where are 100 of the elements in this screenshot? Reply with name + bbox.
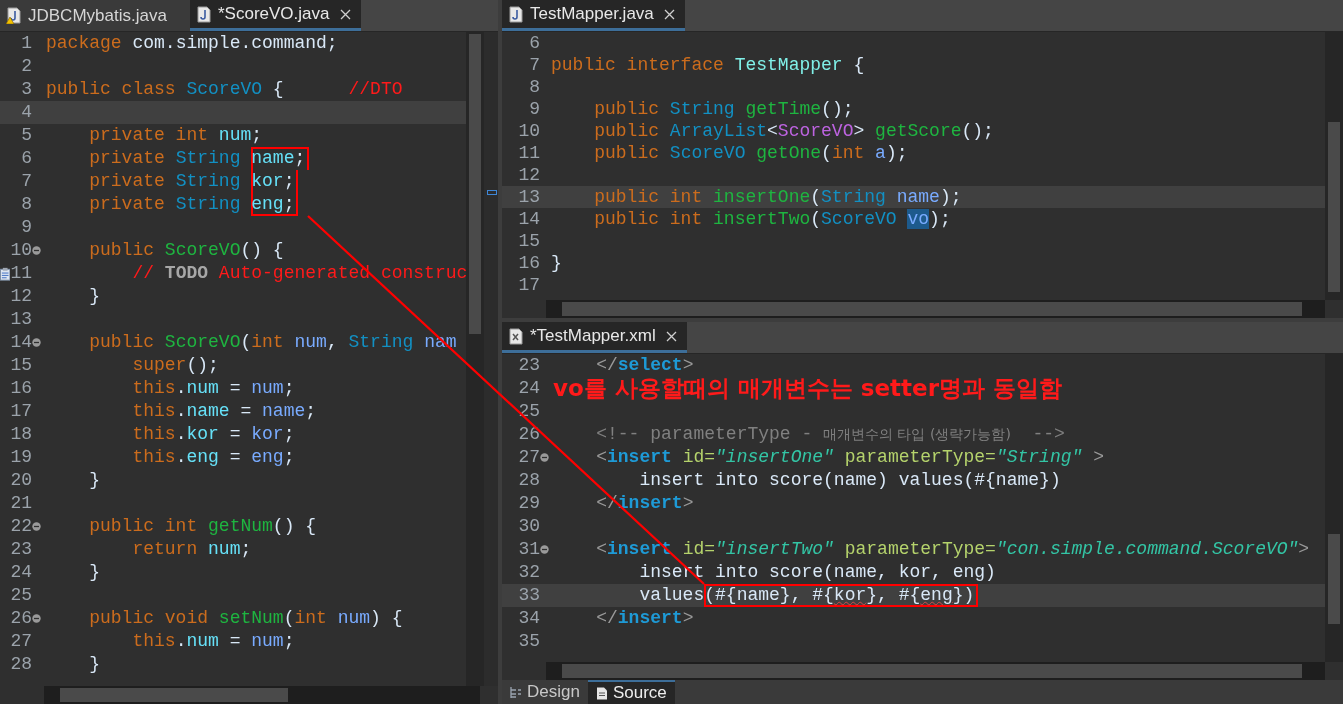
tab-label[interactable]: TestMapper.java <box>530 4 654 24</box>
code-line: public int insertOne(String name); <box>593 186 962 208</box>
editor-mode-tab[interactable]: Design <box>502 680 588 704</box>
fold-icon[interactable] <box>32 246 41 255</box>
vertical-scrollbar[interactable] <box>1325 32 1343 300</box>
line-number: 15 <box>518 230 540 252</box>
line-number: 23 <box>10 538 32 561</box>
line-number: 15 <box>10 354 32 377</box>
code-line: public void setNum(int num) { <box>88 607 403 630</box>
close-icon[interactable] <box>663 8 675 20</box>
vertical-scrollbar[interactable] <box>466 32 484 686</box>
code-line: this.num = num; <box>131 377 295 400</box>
code-line: this.eng = eng; <box>131 446 295 469</box>
code-line: </insert> <box>595 492 694 515</box>
line-number: 6 <box>21 147 32 170</box>
code-line: private String <box>88 193 242 216</box>
fold-icon[interactable] <box>32 338 41 347</box>
code-line: </insert> <box>595 607 694 630</box>
code-line: private String <box>88 147 242 170</box>
line-number: 18 <box>10 423 32 446</box>
editor-tab[interactable]: TestMapper.java <box>502 0 685 31</box>
editor-tab[interactable]: *ScoreVO.java <box>190 0 361 31</box>
horizontal-scrollbar[interactable] <box>546 662 1325 680</box>
line-number: 7 <box>21 170 32 193</box>
code-line: </select> <box>595 354 694 377</box>
line-number: 4 <box>21 101 32 124</box>
line-number: 14 <box>518 208 540 230</box>
line-number: 11 <box>518 142 540 164</box>
code-line: private String <box>88 170 242 193</box>
highlighted-code: kor; <box>251 170 299 193</box>
tab-label[interactable]: *ScoreVO.java <box>218 4 330 24</box>
code-line: values <box>638 584 705 607</box>
line-number: 24 <box>518 377 540 400</box>
fold-icon[interactable] <box>540 453 549 462</box>
line-number: 13 <box>518 186 540 208</box>
line-number: 11 <box>10 262 32 285</box>
line-number: 14 <box>10 331 32 354</box>
editor-mode-tab[interactable]: Source <box>587 680 675 704</box>
editor-tab[interactable]: *TestMapper.xml <box>502 322 687 353</box>
line-number: 29 <box>518 492 540 515</box>
line-number: 30 <box>518 515 540 538</box>
line-number: 16 <box>518 252 540 274</box>
code-line: insert into score(name) values(#{name}) <box>638 469 1061 492</box>
line-number: 12 <box>10 285 32 308</box>
code-line: } <box>88 653 100 676</box>
code-line: package com.simple.command; <box>46 32 338 55</box>
line-number: 7 <box>529 54 540 76</box>
code-line: <!-- parameterType - 매개변수의 타입 (생략가능함) --> <box>595 423 1065 446</box>
line-number: 22 <box>10 515 32 538</box>
line-number: 24 <box>10 561 32 584</box>
code-line: return num; <box>131 538 252 561</box>
fold-icon[interactable] <box>32 614 41 623</box>
scrollbar-thumb[interactable] <box>1328 122 1340 292</box>
code-line: <insert id="insertOne" parameterType="String" > <box>595 446 1104 469</box>
fold-icon[interactable] <box>540 545 549 554</box>
line-number: 20 <box>10 469 32 492</box>
close-icon[interactable] <box>665 330 677 342</box>
code-line: super(); <box>131 354 219 377</box>
horizontal-scrollbar[interactable] <box>44 686 480 704</box>
scrollbar-thumb[interactable] <box>562 664 1302 678</box>
line-number: 10 <box>10 239 32 262</box>
scrollbar-thumb[interactable] <box>1328 534 1340 624</box>
line-number: 2 <box>21 55 32 78</box>
scrollbar-thumb[interactable] <box>60 688 288 702</box>
horizontal-scrollbar[interactable] <box>546 300 1325 318</box>
code-line: public int insertTwo(ScoreVO vo); <box>593 208 951 230</box>
tab-label[interactable]: *TestMapper.xml <box>530 326 656 346</box>
editor-tab[interactable]: JDBCMybatis.java <box>0 0 190 31</box>
line-number: 28 <box>10 653 32 676</box>
code-line: public class ScoreVO { //DTO <box>46 78 403 101</box>
fold-icon[interactable] <box>32 522 41 531</box>
line-number: 3 <box>21 78 32 101</box>
line-number: 16 <box>10 377 32 400</box>
line-number: 32 <box>518 561 540 584</box>
code-line: } <box>551 252 562 274</box>
annotation-text: vo를 사용할때의 매개변수는 setter명과 동일함 <box>553 377 1063 400</box>
line-number: 1 <box>21 32 32 55</box>
java-file-icon <box>6 7 22 24</box>
vertical-scrollbar[interactable] <box>1325 354 1343 662</box>
code-line: // TODO Auto-generated construc <box>131 262 466 285</box>
line-number: 12 <box>518 164 540 186</box>
scrollbar-thumb[interactable] <box>469 34 481 334</box>
close-icon[interactable] <box>339 8 351 20</box>
line-number: 10 <box>518 120 540 142</box>
line-number: 27 <box>518 446 540 469</box>
line-number: 9 <box>529 98 540 120</box>
line-number: 35 <box>518 630 540 653</box>
line-number: 8 <box>529 76 540 98</box>
code-line: this.name = name; <box>131 400 317 423</box>
line-number: 25 <box>518 400 540 423</box>
xml-file-icon <box>508 327 524 345</box>
line-number: 23 <box>518 354 540 377</box>
scrollbar-thumb[interactable] <box>562 302 1302 316</box>
code-line: public interface TestMapper { <box>551 54 865 76</box>
code-line: } <box>88 561 100 584</box>
tab-label[interactable]: JDBCMybatis.java <box>28 5 167 26</box>
java-file-icon <box>196 5 212 23</box>
code-line: } <box>88 285 100 308</box>
code-line: public ScoreVO getOne(int a); <box>593 142 908 164</box>
line-number: 19 <box>10 446 32 469</box>
